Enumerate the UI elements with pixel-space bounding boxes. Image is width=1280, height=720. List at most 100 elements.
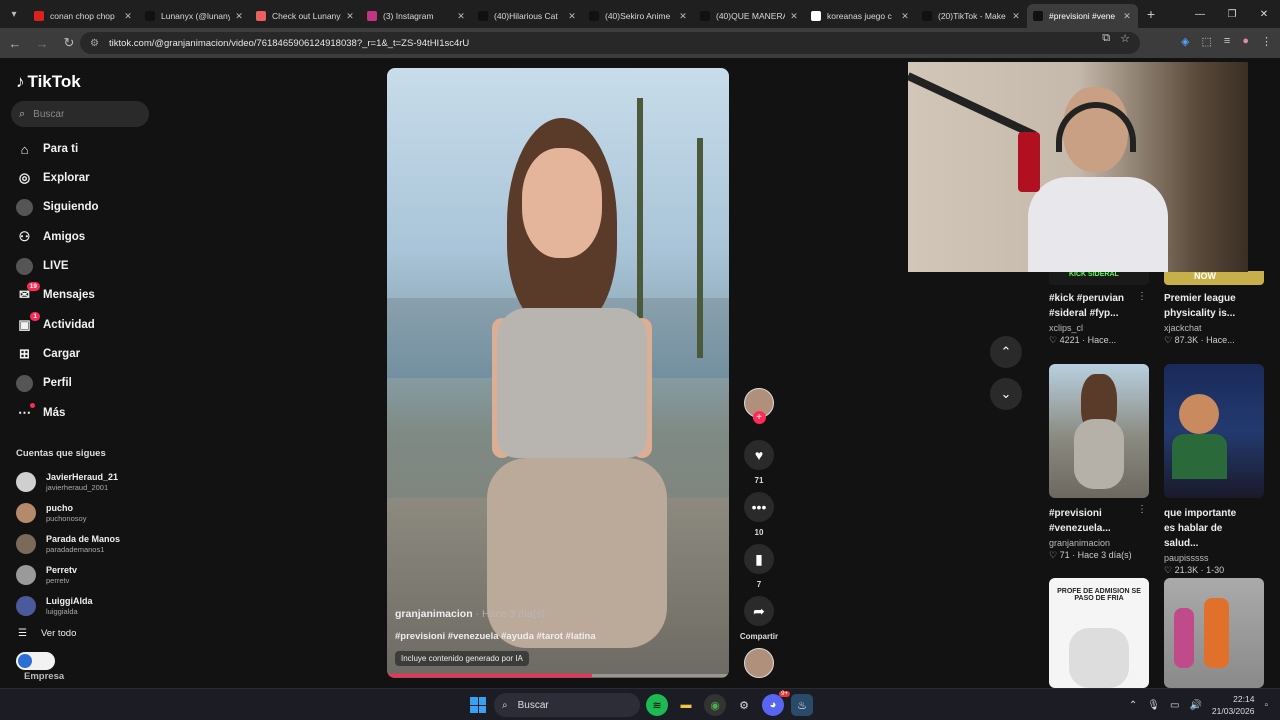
close-window-icon[interactable]: ✕: [1248, 0, 1280, 28]
like-count: 71: [754, 476, 764, 485]
previous-video-button[interactable]: ⌃: [990, 336, 1022, 368]
sidebar-item-para-ti[interactable]: ⌂ Para ti: [16, 138, 79, 160]
sound-avatar-button[interactable]: [744, 648, 774, 678]
thumb-partial[interactable]: NOW: [1164, 271, 1264, 285]
tray-chevron-icon[interactable]: ⌃: [1129, 700, 1137, 711]
share-button[interactable]: ➦ Compartir: [738, 596, 780, 641]
start-button[interactable]: [470, 697, 486, 713]
close-tab-icon[interactable]: ✕: [123, 11, 133, 22]
close-tab-icon[interactable]: ✕: [1011, 11, 1021, 22]
browser-tab[interactable]: (3) Instagram ✕: [361, 4, 472, 28]
sidebar-item-mensajes[interactable]: ✉ 19 Mensajes: [16, 281, 95, 306]
sidebar-item-siguiendo[interactable]: Siguiendo: [16, 196, 99, 218]
save-button[interactable]: ▮ 7: [744, 544, 774, 589]
install-app-icon[interactable]: ⧉: [1102, 32, 1110, 45]
tiktok-icon: [145, 11, 155, 21]
sidebar-item-más[interactable]: ⋯ Más: [16, 402, 65, 424]
new-tab-button[interactable]: +: [1138, 6, 1164, 22]
browser-tab[interactable]: (40)QUE MANERA ✕: [694, 4, 805, 28]
following-account[interactable]: LuiggiAlda luiggialda: [16, 593, 93, 619]
avatar: [16, 534, 36, 554]
chrome-icon[interactable]: ◉: [704, 694, 726, 716]
close-tab-icon[interactable]: ✕: [789, 11, 799, 22]
follow-plus-icon[interactable]: +: [752, 411, 766, 424]
search-input[interactable]: ⌕ Buscar: [11, 101, 149, 127]
browser-tab[interactable]: #previsioni #vene ✕: [1027, 4, 1138, 28]
recommended-card[interactable]: ⋮ #previsioni #venezuela... granjanimaci…: [1049, 364, 1149, 561]
file-explorer-icon[interactable]: ▬: [675, 694, 697, 716]
browser-tab[interactable]: (40)Hilarious Cat ✕: [472, 4, 583, 28]
clock[interactable]: 22:14 21/03/2026: [1212, 693, 1255, 717]
comment-button[interactable]: ••• 10: [744, 492, 774, 537]
thumb-partial[interactable]: KICK SIDERAL: [1049, 271, 1149, 285]
forward-icon[interactable]: →: [30, 31, 54, 55]
media-icon[interactable]: ≡: [1224, 35, 1230, 48]
video-progress-bar[interactable]: [387, 674, 729, 677]
close-tab-icon[interactable]: ✕: [900, 11, 910, 22]
browser-menu-icon[interactable]: ⋮: [1261, 35, 1272, 48]
following-account[interactable]: Perretv perretv: [16, 562, 77, 588]
bookmark-star-icon[interactable]: ☆: [1120, 32, 1130, 45]
steam-icon[interactable]: ♨: [791, 694, 813, 716]
recommended-card[interactable]: PROFE DE ADMISION SE PASO DE FRIA: [1049, 578, 1149, 688]
close-tab-icon[interactable]: ✕: [678, 11, 688, 22]
sidebar-item-actividad[interactable]: ▣ 1 Actividad: [16, 311, 95, 336]
volume-icon[interactable]: 🔊: [1189, 700, 1201, 711]
close-tab-icon[interactable]: ✕: [1122, 11, 1132, 22]
tiktok-logo[interactable]: ♪ TikTok: [16, 72, 81, 92]
microphone-icon[interactable]: 🎙: [1147, 700, 1160, 711]
video-player[interactable]: granjanimacion · Hace 3 día(s) #previsio…: [387, 68, 729, 678]
close-tab-icon[interactable]: ✕: [456, 11, 466, 22]
tab-search-chevron-icon[interactable]: ▾: [0, 0, 28, 28]
following-account[interactable]: pucho puchonosoy: [16, 500, 86, 526]
author-avatar-button[interactable]: +: [744, 388, 774, 424]
browser-toolbar: ← → ↻ ⚙ tiktok.com/@granjanimacion/video…: [0, 28, 1280, 58]
minimize-icon[interactable]: —: [1184, 0, 1216, 28]
sidebar-item-perfil[interactable]: Perfil: [16, 372, 72, 394]
site-info-icon[interactable]: ⚙: [90, 38, 99, 49]
profile-icon[interactable]: ●: [1242, 35, 1249, 48]
compass-icon: ◎: [18, 170, 31, 185]
more-options-icon[interactable]: ⋮: [1137, 504, 1147, 515]
video-author[interactable]: granjanimacion: [395, 608, 473, 620]
browser-tab[interactable]: Check out Lunanyx ✕: [250, 4, 361, 28]
close-tab-icon[interactable]: ✕: [567, 11, 577, 22]
recommended-card[interactable]: que importante es hablar de salud... pau…: [1164, 364, 1264, 576]
company-link[interactable]: Empresa: [24, 671, 64, 682]
browser-tab[interactable]: conan chop chop ✕: [28, 4, 139, 28]
app-icon[interactable]: ⚙: [733, 694, 755, 716]
taskbar-search[interactable]: ⌕ Buscar: [494, 693, 640, 717]
sidebar-item-explorar[interactable]: ◎ Explorar: [16, 167, 90, 189]
next-video-button[interactable]: ⌄: [990, 378, 1022, 410]
sidebar-item-live[interactable]: LIVE: [16, 255, 69, 277]
maximize-icon[interactable]: ❐: [1216, 0, 1248, 28]
reload-icon[interactable]: ↻: [57, 31, 81, 55]
close-tab-icon[interactable]: ✕: [234, 11, 244, 22]
like-button[interactable]: ♥ 71: [744, 440, 774, 485]
see-all-button[interactable]: ☰ Ver todo: [18, 628, 76, 639]
following-account[interactable]: Parada de Manos paradademanos1: [16, 531, 120, 557]
extension-icon[interactable]: ◈: [1181, 35, 1189, 48]
browser-tab[interactable]: (40)Sekiro Anime ✕: [583, 4, 694, 28]
discord-icon[interactable]: ◕ 9+: [762, 691, 790, 716]
network-icon[interactable]: ▭: [1170, 700, 1179, 711]
sidebar-item-amigos[interactable]: ⚇ Amigos: [16, 226, 86, 248]
sidebar-item-cargar[interactable]: ⊞ Cargar: [16, 343, 80, 365]
browser-tab[interactable]: Lunanyx (@lunanyx) ✕: [139, 4, 250, 28]
recommended-card[interactable]: ⋮ #kick #peruvian #sideral #fyp... xclip…: [1049, 291, 1149, 346]
more-options-icon[interactable]: ⋮: [1137, 291, 1147, 302]
video-hashtags[interactable]: #previsioni #venezuela #ayuda #tarot #la…: [395, 631, 596, 642]
theme-toggle[interactable]: [16, 652, 55, 670]
following-account[interactable]: JavierHeraud_21 javierheraud_2001: [16, 469, 118, 495]
close-tab-icon[interactable]: ✕: [345, 11, 355, 22]
address-bar[interactable]: ⚙ tiktok.com/@granjanimacion/video/76184…: [80, 32, 1140, 54]
notification-icon[interactable]: ▫: [1264, 700, 1268, 711]
spotify-icon[interactable]: ≋: [646, 694, 668, 716]
extensions-puzzle-icon[interactable]: ⬚: [1202, 35, 1212, 48]
recommended-card[interactable]: [1164, 578, 1264, 688]
browser-tab[interactable]: (20)TikTok - Make ✕: [916, 4, 1027, 28]
back-icon[interactable]: ←: [3, 31, 27, 55]
card-thumbnail: [1049, 364, 1149, 498]
browser-tab[interactable]: koreanas juego c ✕: [805, 4, 916, 28]
recommended-card[interactable]: Premier league physicality is... xjackch…: [1164, 291, 1264, 346]
